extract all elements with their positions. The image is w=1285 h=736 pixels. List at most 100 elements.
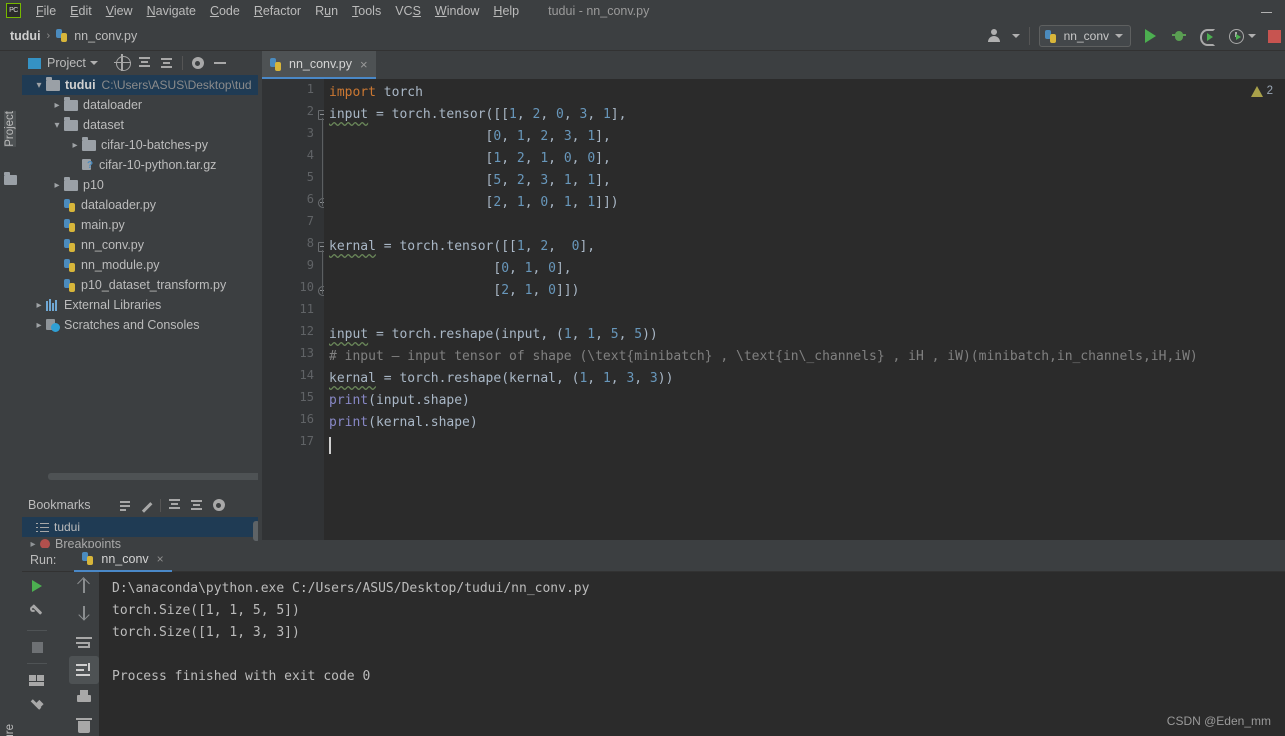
tree-node-cifar-10-python-tar-gz[interactable]: cifar-10-python.tar.gz — [22, 155, 262, 175]
print-icon[interactable] — [69, 684, 99, 712]
run-coverage-icon[interactable] — [1200, 28, 1215, 46]
scroll-to-end-icon[interactable] — [69, 656, 99, 684]
scroll-down-icon[interactable] — [69, 600, 99, 628]
tree-node-scratches-and-consoles[interactable]: Scratches and Consoles — [22, 315, 262, 335]
soft-wrap-icon[interactable] — [69, 628, 99, 656]
tool-tab-structure[interactable]: Structure — [4, 724, 16, 736]
breadcrumb-project[interactable]: tudui — [10, 29, 41, 43]
project-view-chevron-down-icon[interactable] — [89, 61, 98, 65]
menu-refactor[interactable]: Refactor — [247, 2, 308, 20]
divider — [27, 663, 47, 664]
tree-node-p10-dataset-transform-py[interactable]: p10_dataset_transform.py — [22, 275, 262, 295]
chevron-right-icon[interactable] — [68, 140, 82, 151]
menu-window[interactable]: Window — [428, 2, 486, 20]
run-icon[interactable] — [1145, 29, 1156, 43]
menu-vcs[interactable]: VCS — [388, 2, 428, 20]
tree-node-label: nn_module.py — [81, 258, 160, 272]
profile-icon[interactable] — [1229, 28, 1244, 44]
expand-all-bookmarks-icon[interactable] — [164, 494, 186, 516]
inspection-warnings-badge[interactable]: 2 — [1250, 85, 1273, 97]
add-bookmark-icon[interactable] — [117, 495, 137, 515]
chevron-right-icon[interactable] — [50, 100, 64, 111]
rerun-icon[interactable] — [22, 572, 52, 600]
collapse-all-icon[interactable] — [156, 52, 178, 74]
python-file-icon — [64, 218, 77, 232]
project-horizontal-scrollbar[interactable] — [48, 473, 270, 480]
list-icon — [36, 522, 49, 533]
run-configuration-selector[interactable]: nn_conv — [1038, 25, 1131, 47]
chevron-right-icon[interactable] — [32, 300, 46, 311]
tree-node-dataloader[interactable]: dataloader — [22, 95, 262, 115]
minimize-button[interactable] — [1259, 3, 1275, 19]
tree-node-nn-conv-py[interactable]: nn_conv.py — [22, 235, 262, 255]
tree-node-label: p10_dataset_transform.py — [81, 278, 227, 292]
edit-icon[interactable] — [137, 495, 157, 515]
layout-icon[interactable] — [22, 666, 52, 694]
tool-tab-project[interactable]: Project — [4, 111, 16, 147]
debug-icon[interactable] — [1172, 29, 1186, 43]
tree-node-tudui[interactable]: tudui C:\Users\ASUS\Desktop\tud — [22, 75, 262, 95]
code-line: [2, 1, 0, 1, 1]]) — [329, 195, 619, 210]
editor-gutter[interactable]: 1 2 3 4 5 6 7 8 9 10 11 12 13 14 15 16 17 — [262, 79, 328, 548]
run-tab-nn_conv[interactable]: nn_conv × — [74, 548, 172, 572]
folder-icon — [4, 172, 17, 185]
tree-node-dataloader-py[interactable]: dataloader.py — [22, 195, 262, 215]
clear-all-icon[interactable] — [69, 712, 99, 736]
code-content[interactable]: import torch input = torch.tensor([[1, 2,… — [324, 79, 1285, 548]
tree-node-p10[interactable]: p10 — [22, 175, 262, 195]
tree-node-dataset[interactable]: dataset — [22, 115, 262, 135]
scroll-up-icon[interactable] — [69, 572, 99, 600]
menu-file[interactable]: File — [29, 2, 63, 20]
close-icon[interactable]: × — [360, 57, 368, 72]
user-settings-icon[interactable] — [987, 28, 1008, 44]
bookmarks-gear-icon[interactable] — [208, 494, 230, 516]
chevron-right-icon[interactable] — [50, 180, 64, 191]
menu-edit-label: dit — [78, 3, 92, 18]
bookmark-item-tudui[interactable]: tudui — [22, 517, 262, 537]
gutter-line-number: 15 — [299, 390, 314, 404]
chevron-down-icon[interactable] — [32, 80, 46, 91]
tree-node-cifar-10-batches-py[interactable]: cifar-10-batches-py — [22, 135, 262, 155]
tree-node-nn-module-py[interactable]: nn_module.py — [22, 255, 262, 275]
locate-icon[interactable] — [112, 52, 134, 74]
menu-tools[interactable]: Tools — [345, 2, 388, 20]
bookmarks-header: Bookmarks — [22, 493, 262, 517]
editor-console-splitter[interactable] — [262, 540, 1285, 548]
menu-code[interactable]: Code — [203, 2, 247, 20]
menu-view[interactable]: View — [99, 2, 140, 20]
code-line: # input – input tensor of shape (\text{m… — [329, 349, 1198, 364]
python-file-icon — [64, 258, 77, 272]
hide-icon[interactable] — [209, 52, 231, 74]
panel-divider — [181, 56, 183, 70]
collapse-all-bookmarks-icon[interactable] — [186, 494, 208, 516]
gutter-line-number: 17 — [299, 434, 314, 448]
menu-help[interactable]: Help — [486, 2, 526, 20]
profile-chevron-down-icon[interactable] — [1248, 34, 1256, 38]
menu-edit[interactable]: Edit — [63, 2, 99, 20]
menu-navigate[interactable]: Navigate — [140, 2, 203, 20]
breadcrumb-file[interactable]: nn_conv.py — [74, 29, 137, 43]
run-configuration-chevron-down-icon — [1115, 34, 1123, 38]
left-tool-strip: Project Structure — [0, 51, 22, 736]
editor-tab-nn_conv[interactable]: nn_conv.py × — [262, 51, 376, 79]
user-settings-chevron-down-icon[interactable] — [1011, 34, 1020, 38]
run-configuration-name: nn_conv — [1063, 29, 1109, 43]
code-line: [5, 2, 3, 1, 1], — [329, 173, 611, 188]
gutter-line-number: 1 — [306, 82, 314, 96]
project-panel-title: Project — [47, 56, 86, 70]
tree-node-external-libraries[interactable]: External Libraries — [22, 295, 262, 315]
menu-run[interactable]: Run — [308, 2, 345, 20]
close-icon[interactable]: × — [157, 552, 164, 566]
tree-node-main-py[interactable]: main.py — [22, 215, 262, 235]
expand-all-icon[interactable] — [134, 52, 156, 74]
chevron-right-icon[interactable] — [32, 320, 46, 331]
stop-icon[interactable] — [1268, 29, 1281, 43]
divider — [27, 630, 47, 631]
run-console-output[interactable]: D:\anaconda\python.exe C:/Users/ASUS/Des… — [99, 572, 1285, 736]
gear-icon[interactable] — [187, 52, 209, 74]
pin-icon[interactable] — [22, 694, 52, 722]
toolbar-divider — [1028, 27, 1030, 45]
settings-wrench-icon[interactable] — [22, 600, 52, 628]
chevron-down-icon[interactable] — [50, 120, 64, 131]
stop-icon[interactable] — [22, 633, 52, 661]
